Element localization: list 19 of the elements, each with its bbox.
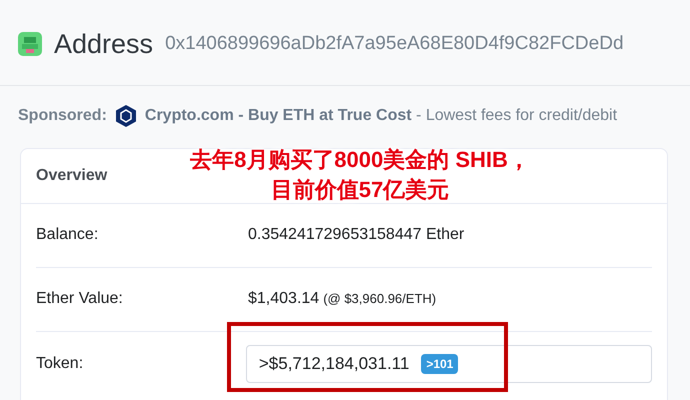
field-value: $1,403.14: [248, 289, 320, 309]
token-count-badge: >101: [421, 354, 458, 374]
field-label: Ether Value:: [36, 289, 124, 309]
field-value: 0.354241729653158447 Ether: [248, 225, 464, 245]
annotation-text: 目前价值57亿美元: [270, 176, 450, 204]
token-dropdown[interactable]: >$5,712,184,031.11 >101: [246, 344, 652, 382]
page-title: Address: [54, 28, 154, 61]
field-label: Token:: [36, 354, 84, 374]
sponsor-link[interactable]: Crypto.com - Buy ETH at True Cost: [144, 106, 412, 124]
annotation-text: 去年8月购买了8000美金的 SHIB，: [190, 146, 530, 174]
card-title: Overview: [36, 166, 108, 186]
token-value: >$5,712,184,031.11: [258, 352, 410, 375]
hexagon-logo-icon: [114, 104, 137, 128]
sponsored-text: Crypto.com - Buy ETH at True Cost - Lowest fees for credit/debit: [144, 106, 618, 126]
price-note: (@ $3,960.96/ETH): [323, 290, 436, 308]
field-label: Balance:: [36, 225, 100, 245]
avatar-icon: [18, 32, 42, 56]
address-text: 0x1406899696aDb2fA7a95eA68E80D4f9C82FCDeDd: [165, 32, 624, 56]
sponsored-label: Sponsored:: [18, 106, 107, 126]
